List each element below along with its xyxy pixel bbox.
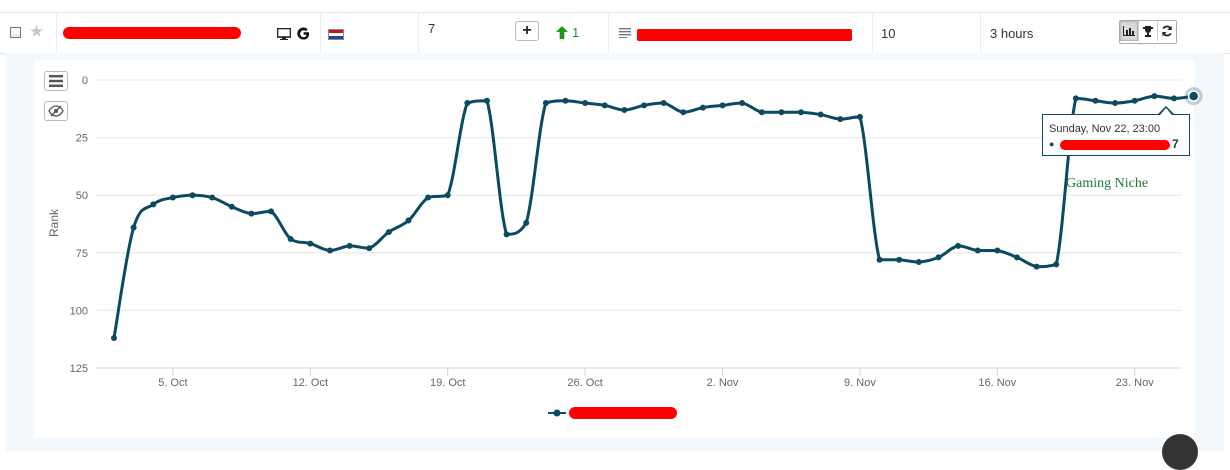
y-tick-label: 75 bbox=[76, 248, 88, 260]
data-point[interactable] bbox=[1171, 95, 1178, 102]
data-point[interactable] bbox=[739, 100, 746, 107]
data-point[interactable] bbox=[111, 335, 117, 342]
data-point[interactable] bbox=[817, 111, 824, 118]
data-point[interactable] bbox=[1072, 95, 1079, 102]
data-point[interactable] bbox=[621, 106, 628, 113]
x-tick-label: 9. Nov bbox=[844, 377, 876, 389]
y-axis-label: Rank bbox=[47, 208, 61, 237]
y-tick-label: 125 bbox=[70, 363, 88, 375]
data-point[interactable] bbox=[719, 102, 726, 109]
data-point[interactable] bbox=[228, 203, 235, 210]
data-point[interactable] bbox=[994, 247, 1001, 254]
data-point[interactable] bbox=[641, 102, 648, 109]
data-point[interactable] bbox=[464, 100, 471, 107]
data-point[interactable] bbox=[209, 194, 216, 201]
rank-line-chart: 0 25 50 75 100 125 5. Oct 12. Oct 19. Oct 26. Oc… bbox=[47, 75, 1203, 419]
data-point[interactable] bbox=[1053, 261, 1060, 268]
data-point[interactable] bbox=[1013, 254, 1020, 261]
data-point[interactable] bbox=[150, 201, 157, 208]
data-point[interactable] bbox=[483, 97, 490, 104]
y-tick-label: 0 bbox=[82, 75, 88, 87]
niche-label: Gaming Niche bbox=[1066, 176, 1149, 191]
x-tick-label: 23. Nov bbox=[1116, 377, 1154, 389]
data-point[interactable] bbox=[307, 240, 314, 247]
data-point[interactable] bbox=[326, 247, 333, 254]
x-tick-label: 12. Oct bbox=[293, 377, 328, 389]
data-point[interactable] bbox=[1131, 97, 1138, 104]
data-point[interactable] bbox=[896, 256, 903, 263]
legend[interactable] bbox=[548, 407, 677, 419]
y-tick-label: 25 bbox=[76, 133, 88, 145]
data-point[interactable] bbox=[798, 109, 805, 116]
tooltip-series-dot: ● bbox=[1049, 139, 1055, 149]
data-point[interactable] bbox=[248, 210, 255, 217]
data-point[interactable] bbox=[405, 217, 412, 224]
data-point[interactable] bbox=[169, 194, 176, 201]
data-point[interactable] bbox=[699, 104, 706, 111]
data-point[interactable] bbox=[1187, 90, 1200, 102]
data-point[interactable] bbox=[503, 231, 510, 238]
tooltip-caret-inner bbox=[1160, 108, 1172, 115]
data-point[interactable] bbox=[1033, 263, 1040, 270]
data-point[interactable] bbox=[385, 229, 392, 236]
data-point[interactable] bbox=[562, 97, 569, 104]
data-point[interactable] bbox=[346, 242, 353, 249]
x-tick-label: 2. Nov bbox=[707, 377, 739, 389]
x-tick-label: 19. Oct bbox=[430, 377, 465, 389]
data-point[interactable] bbox=[660, 100, 667, 107]
data-point[interactable] bbox=[974, 247, 981, 254]
data-point[interactable] bbox=[1092, 97, 1099, 104]
data-point[interactable] bbox=[444, 192, 451, 199]
data-point[interactable] bbox=[935, 254, 942, 261]
data-point[interactable] bbox=[189, 192, 196, 199]
data-point[interactable] bbox=[425, 194, 432, 201]
redacted-legend-label bbox=[569, 407, 677, 419]
data-point[interactable] bbox=[542, 100, 549, 107]
x-tick-label: 26. Oct bbox=[567, 377, 602, 389]
x-tick-label: 5. Oct bbox=[158, 377, 187, 389]
data-point[interactable] bbox=[601, 102, 608, 109]
data-point[interactable] bbox=[523, 219, 530, 226]
y-tick-label: 100 bbox=[70, 305, 88, 317]
tooltip-value: 7 bbox=[1172, 137, 1179, 151]
data-point[interactable] bbox=[287, 235, 294, 242]
data-point[interactable] bbox=[1112, 100, 1119, 107]
scroll-top-button[interactable] bbox=[1162, 434, 1198, 470]
data-point[interactable] bbox=[955, 242, 962, 249]
data-point[interactable] bbox=[582, 100, 589, 107]
data-point[interactable] bbox=[876, 256, 883, 263]
data-point[interactable] bbox=[778, 109, 785, 116]
series-line bbox=[112, 94, 1196, 340]
data-point[interactable] bbox=[130, 224, 137, 231]
data-point[interactable] bbox=[856, 113, 863, 120]
data-point[interactable] bbox=[268, 208, 275, 215]
data-point[interactable] bbox=[680, 109, 687, 116]
data-point[interactable] bbox=[915, 259, 922, 266]
x-tick-label: 16. Nov bbox=[978, 377, 1016, 389]
y-tick-label: 50 bbox=[76, 190, 88, 202]
data-point[interactable] bbox=[758, 109, 765, 116]
redacted-tooltip-series bbox=[1060, 140, 1170, 150]
chart-tooltip: Sunday, Nov 22, 23:00 ● 7 bbox=[1042, 114, 1190, 156]
tooltip-date: Sunday, Nov 22, 23:00 bbox=[1049, 123, 1161, 135]
data-point[interactable] bbox=[837, 116, 844, 123]
data-point[interactable] bbox=[366, 245, 373, 252]
data-point[interactable] bbox=[1151, 93, 1158, 100]
